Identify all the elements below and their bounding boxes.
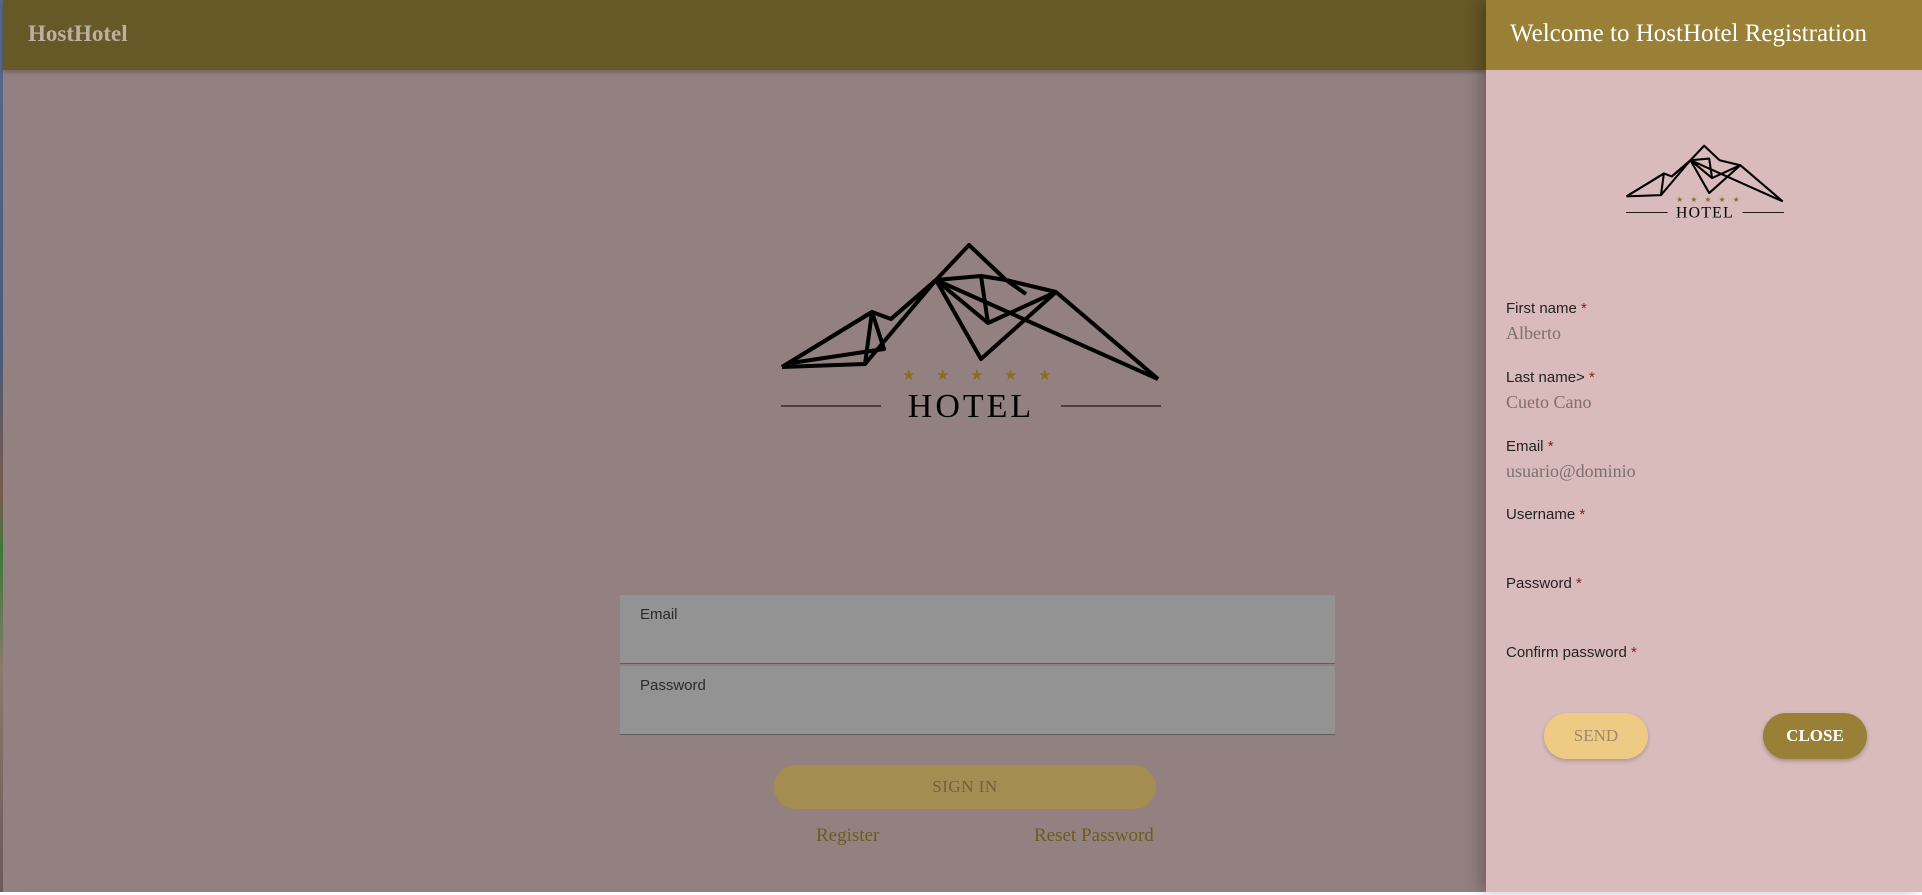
send-button[interactable]: SEND <box>1544 713 1648 759</box>
svg-text:★: ★ <box>1690 195 1697 204</box>
confirm-password-label-row: Confirm password * <box>1506 644 1901 661</box>
registration-title: Welcome to HostHotel Registration <box>1510 20 1867 47</box>
login-password-label: Password <box>640 677 706 694</box>
hero-logo-text: HOTEL <box>908 388 1034 420</box>
first-name-value[interactable]: Alberto <box>1506 323 1901 344</box>
close-button[interactable]: CLOSE <box>1763 713 1867 759</box>
registration-panel: Welcome to HostHotel Registration ★ ★ ★ … <box>1486 0 1922 892</box>
required-marker: * <box>1581 300 1587 317</box>
username-label: Username <box>1506 506 1576 523</box>
register-link[interactable]: Register <box>816 825 879 847</box>
reset-password-link[interactable]: Reset Password <box>1034 825 1154 847</box>
last-name-value[interactable]: Cueto Cano <box>1506 392 1901 413</box>
email-label-row: Email * <box>1506 438 1901 455</box>
svg-text:★: ★ <box>1676 195 1683 204</box>
login-email-label: Email <box>640 606 678 623</box>
username-label-row: Username * <box>1506 506 1901 523</box>
email-value[interactable]: usuario@dominio <box>1506 461 1901 482</box>
login-form: Email Password <box>620 595 1335 737</box>
panel-logo-text: HOTEL <box>1676 205 1734 220</box>
login-email-field[interactable]: Email <box>620 595 1335 664</box>
password-field[interactable]: Password * <box>1506 575 1901 598</box>
first-name-label-row: First name * <box>1506 300 1901 317</box>
svg-text:★: ★ <box>1705 195 1712 204</box>
required-marker: * <box>1547 438 1554 455</box>
confirm-password-label: Confirm password <box>1506 644 1627 661</box>
username-field[interactable]: Username * <box>1506 506 1901 529</box>
star-icon: ★ <box>936 366 949 384</box>
required-marker: * <box>1576 575 1582 592</box>
last-name-label-row: Last name> * <box>1506 369 1901 386</box>
login-page: HostHotel ★ ★ ★ ★ ★ HOTEL Email Password… <box>3 0 1486 892</box>
registration-header: Welcome to HostHotel Registration <box>1486 0 1922 70</box>
star-icon: ★ <box>1038 366 1051 384</box>
last-name-field[interactable]: Last name> * Cueto Cano <box>1506 369 1901 413</box>
app-root: HostHotel ★ ★ ★ ★ ★ HOTEL Email Password… <box>0 0 1922 892</box>
star-icon: ★ <box>970 366 983 384</box>
svg-text:★: ★ <box>1719 195 1726 204</box>
required-marker: * <box>1588 369 1595 386</box>
required-marker: * <box>1631 644 1637 661</box>
mountain-hotel-logo-icon: ★ ★ ★ ★ ★ HOTEL <box>780 243 1161 420</box>
svg-text:★: ★ <box>1733 195 1740 204</box>
required-marker: * <box>1579 506 1586 523</box>
login-password-field[interactable]: Password <box>620 666 1335 735</box>
email-field[interactable]: Email * usuario@dominio <box>1506 438 1901 482</box>
star-icon: ★ <box>902 366 915 384</box>
first-name-label: First name <box>1506 300 1577 317</box>
confirm-password-field[interactable]: Confirm password * <box>1506 644 1901 667</box>
star-icon: ★ <box>1004 366 1017 384</box>
mountain-hotel-logo-icon: ★ ★ ★ ★ ★ HOTEL <box>1625 144 1784 220</box>
first-name-field[interactable]: First name * Alberto <box>1506 300 1901 344</box>
top-app-bar: HostHotel <box>3 0 1486 70</box>
brand-title[interactable]: HostHotel <box>28 21 128 47</box>
password-label: Password <box>1506 575 1572 592</box>
last-name-label: Last name> <box>1506 369 1585 386</box>
sign-in-button[interactable]: SIGN IN <box>774 765 1156 809</box>
password-label-row: Password * <box>1506 575 1901 592</box>
email-label: Email <box>1506 438 1544 455</box>
